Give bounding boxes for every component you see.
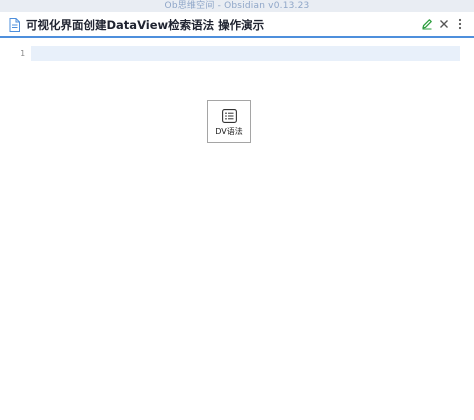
dv-syntax-label: DV语法 (215, 127, 243, 136)
dv-syntax-button[interactable]: DV语法 (207, 100, 251, 143)
file-icon (9, 18, 20, 32)
list-icon (222, 109, 237, 123)
window-title: Ob思维空间 - Obsidian v0.13.23 (164, 1, 310, 11)
more-vertical-icon (458, 18, 462, 30)
line-number: 1 (20, 49, 25, 58)
note-title: 可视化界面创建DataView检索语法 操作演示 (26, 18, 265, 32)
pencil-icon (422, 19, 432, 30)
close-button[interactable] (437, 17, 451, 31)
close-icon (440, 20, 448, 28)
edit-button[interactable] (420, 17, 434, 31)
active-editor-line[interactable] (31, 46, 460, 61)
editor-area[interactable]: 1 DV语法 (0, 40, 474, 420)
more-options-button[interactable] (453, 17, 467, 31)
note-header: 可视化界面创建DataView检索语法 操作演示 (0, 12, 474, 38)
window-titlebar: Ob思维空间 - Obsidian v0.13.23 (0, 0, 474, 12)
